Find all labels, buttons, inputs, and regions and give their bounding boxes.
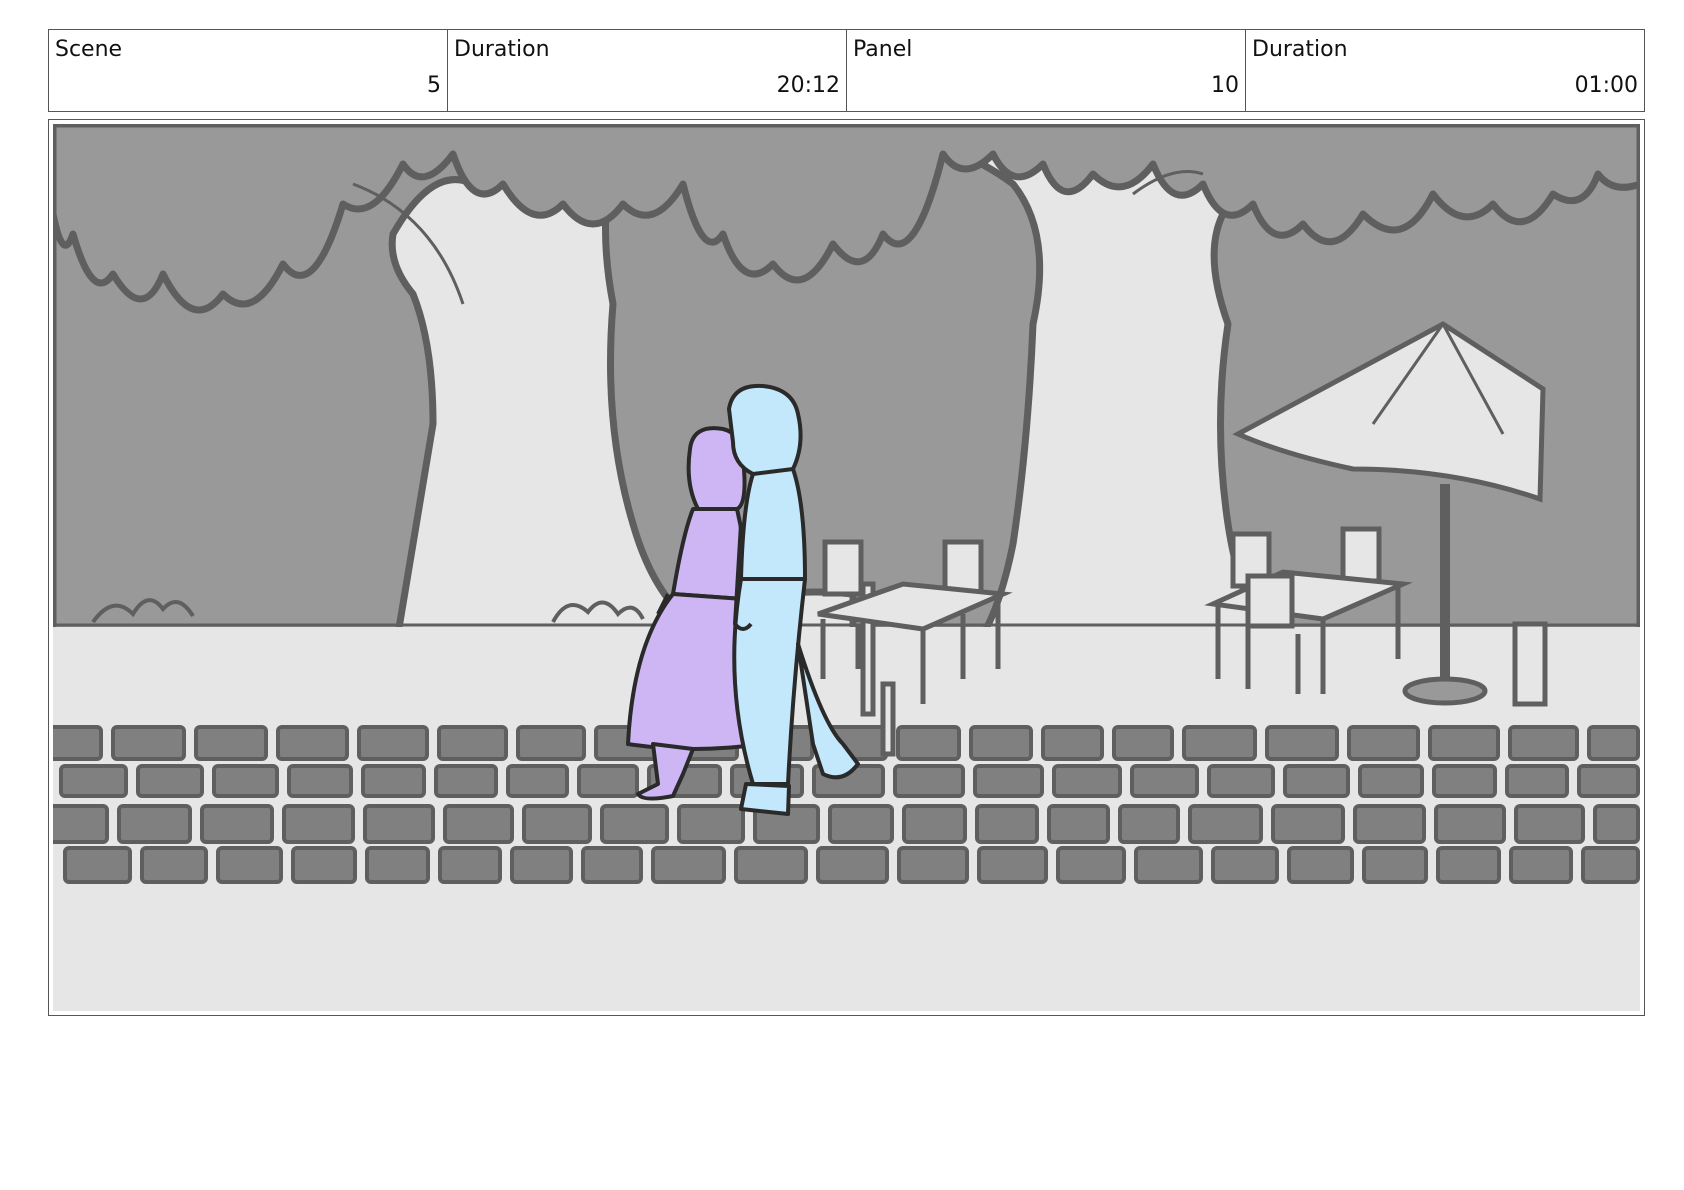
panel-value: 10: [1211, 73, 1239, 98]
cobblestone: [434, 764, 498, 798]
cobblestone: [1130, 764, 1199, 798]
scene-duration-label: Duration: [454, 37, 550, 62]
cobblestone: [438, 846, 502, 884]
scene-cell: Scene 5: [49, 30, 448, 111]
panel-duration-value: 01:00: [1574, 73, 1638, 98]
cobblestone: [200, 804, 274, 844]
cobblestone: [969, 725, 1033, 761]
cobblestone: [897, 846, 969, 884]
cobblestone: [1287, 846, 1354, 884]
cobblestone: [1353, 804, 1426, 844]
cobblestone: [1188, 804, 1263, 844]
cobblestone: [1358, 764, 1424, 798]
cobblestone: [1347, 725, 1420, 761]
cobblestone: [1283, 764, 1350, 798]
cobblestone: [357, 725, 429, 761]
cobblestone: [437, 725, 508, 761]
panel-duration-cell: Duration 01:00: [1246, 30, 1644, 111]
cobblestone: [1505, 764, 1569, 798]
cobblestone: [140, 846, 208, 884]
cobblestone: [828, 804, 894, 844]
cobblestone: [677, 804, 745, 844]
storyboard-panel: [48, 119, 1645, 1016]
cobblestone: [522, 804, 592, 844]
cobblestone: [1112, 725, 1174, 761]
panel-duration-label: Duration: [1252, 37, 1348, 62]
cobblestone: [1509, 846, 1573, 884]
cobblestone: [1508, 725, 1579, 761]
panel-label: Panel: [853, 37, 913, 62]
cobblestone: [973, 764, 1044, 798]
cobblestone: [111, 725, 186, 761]
cobblestone: [902, 804, 967, 844]
cobblestone: [510, 846, 573, 884]
cobblestone: [977, 846, 1048, 884]
cobblestone: [1514, 804, 1585, 844]
cobblestone: [893, 764, 965, 798]
cobblestone: [1428, 725, 1500, 761]
cobblestone: [1593, 804, 1640, 844]
cobblestone: [734, 846, 808, 884]
cobblestone: [1211, 846, 1279, 884]
cobblestone: [53, 725, 103, 761]
cobblestone: [136, 764, 204, 798]
cobblestone: [1134, 846, 1203, 884]
cobblestone: [59, 764, 128, 798]
cobblestone: [53, 804, 109, 844]
cobblestone: [581, 846, 643, 884]
cobblestone: [516, 725, 586, 761]
cobblestone: [1436, 846, 1501, 884]
scene-duration-value: 20:12: [776, 73, 840, 98]
cobblestone: [1587, 725, 1640, 761]
cobblestone: [1207, 764, 1275, 798]
scene-duration-cell: Duration 20:12: [448, 30, 847, 111]
cobblestone: [1432, 764, 1497, 798]
scene-label: Scene: [55, 37, 123, 62]
cobblestone: [600, 804, 669, 844]
cobblestone: [365, 846, 430, 884]
cobblestone: [443, 804, 514, 844]
cobblestone: [117, 804, 192, 844]
cobblestone: [1434, 804, 1506, 844]
cobblestone: [287, 764, 353, 798]
cobblestone: [1047, 804, 1110, 844]
scene-value: 5: [427, 73, 441, 98]
cobblestone: [194, 725, 268, 761]
cobblestone: [212, 764, 279, 798]
cobblestone: [63, 846, 132, 884]
cobblestone: [276, 725, 349, 761]
cobblestone: [651, 846, 726, 884]
cobblestone: [896, 725, 961, 761]
storyboard-drawing: [53, 124, 1640, 1011]
cobblestone: [1265, 725, 1339, 761]
cobblestone: [506, 764, 569, 798]
cobblestone: [1118, 804, 1180, 844]
cobblestone: [816, 846, 889, 884]
cobblestone: [361, 764, 426, 798]
cobblestone: [1041, 725, 1104, 761]
cobblestone: [282, 804, 355, 844]
cobblestone: [975, 804, 1039, 844]
cobblestone: [291, 846, 357, 884]
cobblestone: [216, 846, 283, 884]
cobblestone: [1271, 804, 1345, 844]
cobblestone: [1577, 764, 1640, 798]
cobblestone: [1581, 846, 1640, 884]
cobblestone: [1056, 846, 1126, 884]
panel-info-header: Scene 5 Duration 20:12 Panel 10 Duration…: [48, 29, 1645, 112]
cobblestone: [577, 764, 639, 798]
cobblestone: [1052, 764, 1122, 798]
panel-cell: Panel 10: [847, 30, 1246, 111]
cobblestone: [1182, 725, 1257, 761]
cobblestone: [363, 804, 435, 844]
cobblestone: [1362, 846, 1428, 884]
